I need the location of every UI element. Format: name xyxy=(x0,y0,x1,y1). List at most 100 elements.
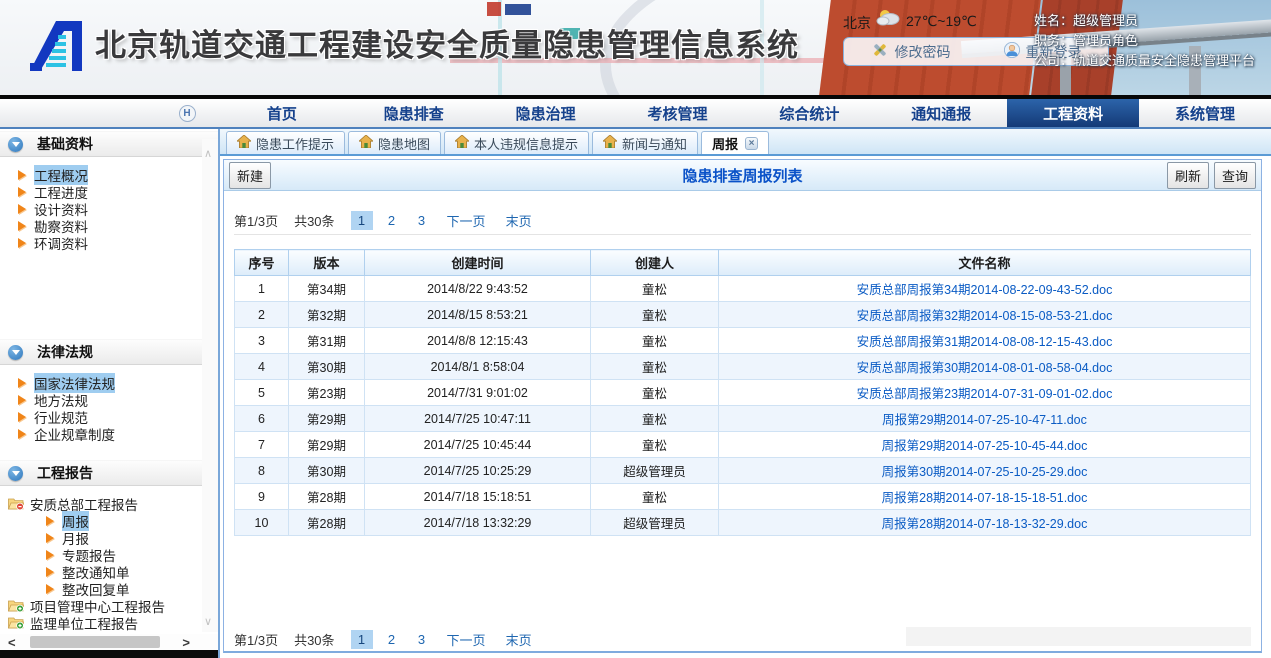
doc-link[interactable]: 安质总部周报第30期2014-08-01-08-58-04.doc xyxy=(857,361,1113,375)
doc-link[interactable]: 安质总部周报第32期2014-08-15-08-53-21.doc xyxy=(857,309,1113,323)
doc-link[interactable]: 周报第28期2014-07-18-13-32-29.doc xyxy=(882,517,1088,531)
page-number-3[interactable]: 3 xyxy=(411,211,433,230)
sidebar-item[interactable]: 安质总部工程报告 xyxy=(8,495,218,512)
scroll-left-icon[interactable]: < xyxy=(8,635,16,650)
table-row: 7第29期2014/7/25 10:45:44童松周报第29期2014-07-2… xyxy=(235,432,1251,458)
sidebar-sections: 基础资料工程概况工程进度设计资料勘察资料环调资料法律法规国家法律法规地方法规行业… xyxy=(0,129,218,634)
tab-5[interactable]: 周报× xyxy=(701,131,769,154)
column-header[interactable]: 序号 xyxy=(235,250,289,276)
content-area: 隐患工作提示隐患地图 本人违规信息提示 新闻与通知周报× 新建 隐患排查周报列表 刷… xyxy=(218,129,1271,658)
doc-link[interactable]: 安质总部周报第23期2014-07-31-09-01-02.doc xyxy=(857,387,1113,401)
sidebar-item[interactable]: 月报 xyxy=(46,529,218,546)
page-number-1[interactable]: 1 xyxy=(351,630,373,649)
tab-label: 本人违规信息提示 xyxy=(474,134,578,153)
sidebar-section-title: 基础资料 xyxy=(37,134,93,154)
user-role: 管理员角色 xyxy=(1073,33,1138,48)
sidebar-item[interactable]: 企业规章制度 xyxy=(18,425,218,442)
sidebar-item[interactable]: 勘察资料 xyxy=(18,217,218,234)
last-page-link[interactable]: 末页 xyxy=(500,628,538,651)
user-name: 超级管理员 xyxy=(1073,13,1138,28)
sidebar-item[interactable]: 工程概况 xyxy=(18,166,218,183)
table-row: 10第28期2014/7/18 13:32:29超级管理员周报第28期2014-… xyxy=(235,510,1251,536)
page-number-1[interactable]: 1 xyxy=(351,211,373,230)
user-company: 轨道交通质量安全隐患管理平台 xyxy=(1073,53,1255,68)
next-page-link[interactable]: 下一页 xyxy=(441,628,492,651)
nav-home-shortcut[interactable]: H xyxy=(158,99,216,127)
orange-arrow-icon xyxy=(18,378,26,388)
doc-link[interactable]: 周报第29期2014-07-25-10-45-44.doc xyxy=(882,439,1088,453)
scroll-down-icon[interactable]: ∨ xyxy=(204,615,212,628)
sidebar-item[interactable]: 整改通知单 xyxy=(46,563,218,580)
tab-label: 新闻与通知 xyxy=(622,134,687,153)
column-header[interactable]: 文件名称 xyxy=(719,250,1251,276)
sidebar-item[interactable]: 工程进度 xyxy=(18,183,218,200)
next-page-link[interactable]: 下一页 xyxy=(441,209,492,232)
orange-arrow-icon xyxy=(46,516,54,526)
tab-1[interactable]: 隐患工作提示 xyxy=(226,131,345,154)
sidebar-section-items: 工程概况工程进度设计资料勘察资料环调资料 xyxy=(0,157,218,253)
page-info: 第1/3页 xyxy=(234,630,278,649)
column-header[interactable]: 创建时间 xyxy=(365,250,591,276)
orange-arrow-icon xyxy=(18,395,26,405)
doc-link[interactable]: 周报第28期2014-07-18-15-18-51.doc xyxy=(882,491,1088,505)
home-icon xyxy=(237,135,251,151)
column-header[interactable]: 创建人 xyxy=(591,250,719,276)
nav-item-1[interactable]: 首页 xyxy=(216,99,348,127)
sidebar-section-2: 法律法规国家法律法规地方法规行业规范企业规章制度 xyxy=(0,339,218,444)
new-button[interactable]: 新建 xyxy=(229,162,271,189)
home-icon xyxy=(359,135,373,151)
refresh-button[interactable]: 刷新 xyxy=(1167,162,1209,189)
tools-icon xyxy=(871,42,889,61)
nav-item-6[interactable]: 通知通报 xyxy=(875,99,1007,127)
nav-item-3[interactable]: 隐患治理 xyxy=(480,99,612,127)
close-icon[interactable]: × xyxy=(745,137,758,150)
page-info: 第1/3页 xyxy=(234,211,278,230)
tab-2[interactable]: 隐患地图 xyxy=(348,131,441,154)
change-password-button[interactable]: 修改密码 xyxy=(865,41,957,63)
sidebar-section-header[interactable]: 工程报告 xyxy=(0,460,218,486)
sidebar-item-label: 企业规章制度 xyxy=(34,424,115,444)
sidebar-item[interactable]: 监理单位工程报告 xyxy=(8,614,218,631)
sidebar-item[interactable]: 行业规范 xyxy=(18,408,218,425)
sidebar-section-header[interactable]: 法律法规 xyxy=(0,339,218,365)
nav-item-2[interactable]: 隐患排查 xyxy=(348,99,480,127)
page-number-2[interactable]: 2 xyxy=(381,630,403,649)
grid-horizontal-scrollbar[interactable] xyxy=(906,627,1251,646)
sidebar-horizontal-scrollbar[interactable]: < > xyxy=(0,634,218,650)
toolbar-right: 刷新 查询 xyxy=(1167,162,1256,189)
user-info: 姓名：超级管理员 职务：管理员角色 公司：轨道交通质量安全隐患管理平台 xyxy=(1034,11,1255,71)
sidebar-item[interactable]: 环调资料 xyxy=(18,234,218,251)
query-button[interactable]: 查询 xyxy=(1214,162,1256,189)
sidebar-vertical-scrollbar[interactable]: ∧ ∨ xyxy=(202,139,218,632)
tab-4[interactable]: 新闻与通知 xyxy=(592,131,698,154)
scrollbar-thumb[interactable] xyxy=(30,636,160,648)
page-number-3[interactable]: 3 xyxy=(411,630,433,649)
nav-item-4[interactable]: 考核管理 xyxy=(612,99,744,127)
column-header[interactable]: 版本 xyxy=(289,250,365,276)
sidebar-item[interactable]: 地方法规 xyxy=(18,391,218,408)
scroll-up-icon[interactable]: ∧ xyxy=(204,147,212,160)
nav-item-7[interactable]: 工程资料 xyxy=(1007,99,1139,127)
doc-link[interactable]: 周报第29期2014-07-25-10-47-11.doc xyxy=(882,413,1087,427)
sidebar-section-header[interactable]: 基础资料 xyxy=(0,131,218,157)
doc-link[interactable]: 周报第30期2014-07-25-10-25-29.doc xyxy=(882,465,1088,479)
sidebar-item[interactable]: 国家法律法规 xyxy=(18,374,218,391)
page-number-2[interactable]: 2 xyxy=(381,211,403,230)
sidebar-item[interactable]: 整改回复单 xyxy=(46,580,218,597)
scroll-right-icon[interactable]: > xyxy=(182,635,190,650)
person-icon xyxy=(1004,42,1020,61)
sidebar-item[interactable]: 项目管理中心工程报告 xyxy=(8,597,218,614)
doc-link[interactable]: 安质总部周报第31期2014-08-08-12-15-43.doc xyxy=(857,335,1113,349)
folder-plus-icon xyxy=(8,616,24,629)
main-nav: H 首页隐患排查隐患治理考核管理综合统计通知通报工程资料系统管理 xyxy=(0,95,1271,129)
last-page-link[interactable]: 末页 xyxy=(500,209,538,232)
doc-link[interactable]: 安质总部周报第34期2014-08-22-09-43-52.doc xyxy=(857,283,1113,297)
table-row: 3第31期2014/8/8 12:15:43童松安质总部周报第31期2014-0… xyxy=(235,328,1251,354)
sidebar-item[interactable]: 设计资料 xyxy=(18,200,218,217)
sidebar-item[interactable]: 周报 xyxy=(46,512,218,529)
sidebar-item[interactable]: 专题报告 xyxy=(46,546,218,563)
tab-3[interactable]: 本人违规信息提示 xyxy=(444,131,589,154)
nav-item-8[interactable]: 系统管理 xyxy=(1139,99,1271,127)
panel-title: 隐患排查周报列表 xyxy=(224,165,1261,186)
nav-item-5[interactable]: 综合统计 xyxy=(744,99,876,127)
